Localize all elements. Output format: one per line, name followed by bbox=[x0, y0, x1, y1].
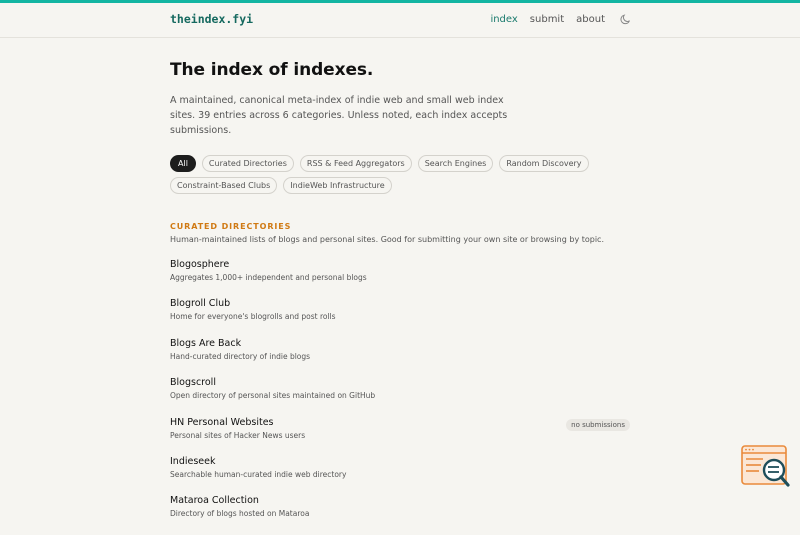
filter-curated-directories[interactable]: Curated Directories bbox=[201, 155, 294, 172]
entry-link[interactable]: Blogs Are Back bbox=[170, 338, 630, 349]
list-item: Blogscroll Open directory of personal si… bbox=[170, 377, 630, 416]
no-submissions-badge: no submissions bbox=[566, 418, 630, 431]
entry-description: Aggregates 1,000+ independent and person… bbox=[170, 273, 367, 282]
moon-icon[interactable] bbox=[620, 13, 632, 25]
entry-list: Blogosphere Aggregates 1,000+ independen… bbox=[170, 259, 630, 535]
list-item: Indieseek Searchable human-curated indie… bbox=[170, 456, 630, 495]
list-item: Blogosphere Aggregates 1,000+ independen… bbox=[170, 259, 630, 298]
list-item: Mataroa Collection Directory of blogs ho… bbox=[170, 495, 630, 534]
entry-description: Searchable human-curated indie web direc… bbox=[170, 469, 347, 479]
filter-rss-feed-aggregators[interactable]: RSS & Feed Aggregators bbox=[299, 155, 412, 172]
section-title: CURATED DIRECTORIES bbox=[170, 222, 292, 231]
category-filters: All Curated Directories RSS & Feed Aggre… bbox=[170, 155, 590, 194]
entry-link[interactable]: HN Personal Websites bbox=[170, 417, 630, 428]
nav-index[interactable]: index bbox=[490, 14, 517, 25]
site-header: theindex.fyi index submit about bbox=[0, 3, 800, 38]
entry-link[interactable]: Blogosphere bbox=[170, 259, 630, 270]
site-logo[interactable]: theindex.fyi bbox=[170, 12, 253, 26]
entry-link[interactable]: Indieseek bbox=[170, 456, 630, 467]
entry-description: Hand-curated directory of indie blogs bbox=[170, 351, 311, 361]
filter-all[interactable]: All bbox=[170, 155, 196, 172]
list-item: Blogroll Club Home for everyone's blogro… bbox=[170, 298, 630, 337]
filter-constraint-based-clubs[interactable]: Constraint-Based Clubs bbox=[170, 177, 278, 194]
entry-description: Open directory of personal sites maintai… bbox=[170, 391, 376, 401]
section-description: Human-maintained lists of blogs and pers… bbox=[170, 235, 604, 244]
entry-link[interactable]: Blogroll Club bbox=[170, 298, 630, 309]
nav-about[interactable]: about bbox=[576, 14, 605, 25]
list-item: HN Personal Websites Personal sites of H… bbox=[170, 417, 630, 456]
main-nav: index submit about bbox=[490, 13, 632, 25]
magnifier-window-icon[interactable] bbox=[741, 444, 791, 488]
main-content: The index of indexes. A maintained, cano… bbox=[170, 60, 630, 535]
filter-search-engines[interactable]: Search Engines bbox=[417, 155, 494, 172]
entry-description: Home for everyone's blogrolls and post r… bbox=[170, 312, 336, 322]
page-intro: A maintained, canonical meta-index of in… bbox=[170, 95, 508, 136]
filter-random-discovery[interactable]: Random Discovery bbox=[499, 155, 589, 172]
nav-submit[interactable]: submit bbox=[530, 14, 564, 25]
page-title: The index of indexes. bbox=[170, 60, 374, 80]
entry-description: Directory of blogs hosted on Mataroa bbox=[170, 509, 310, 519]
list-item: Blogs Are Back Hand-curated directory of… bbox=[170, 338, 630, 377]
entry-link[interactable]: Mataroa Collection bbox=[170, 495, 630, 506]
entry-link[interactable]: Blogscroll bbox=[170, 377, 630, 388]
entry-description: Personal sites of Hacker News users bbox=[170, 430, 306, 440]
filter-indieweb-infrastructure[interactable]: IndieWeb Infrastructure bbox=[283, 177, 392, 194]
